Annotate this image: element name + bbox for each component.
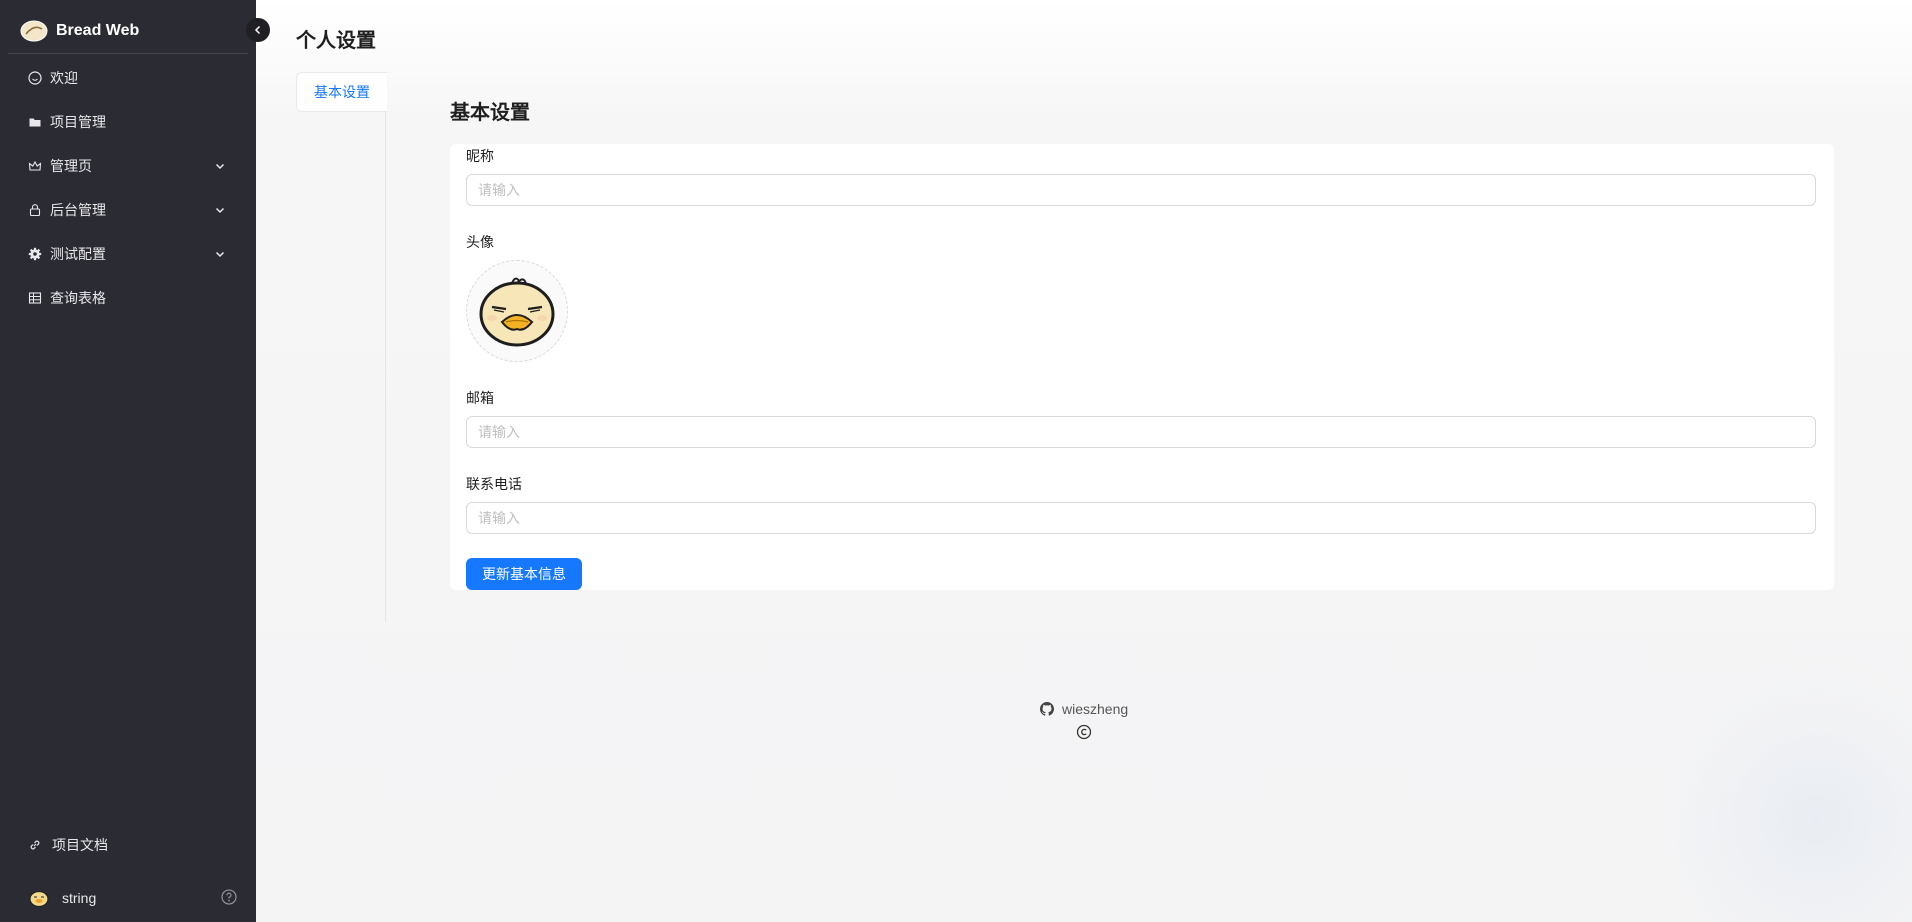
main-content: 个人设置 基本设置 基本设置 昵称 头像 邮箱 联系电话 bbox=[256, 0, 1912, 922]
tab-basic-settings[interactable]: 基本设置 bbox=[296, 72, 387, 112]
phone-input[interactable] bbox=[466, 502, 1816, 534]
sidebar-item-project-management[interactable]: 项目管理 bbox=[8, 102, 248, 142]
page-title: 个人设置 bbox=[296, 30, 376, 52]
smile-icon bbox=[28, 71, 42, 85]
email-label: 邮箱 bbox=[466, 390, 494, 406]
sidebar-menu: 欢迎 项目管理 管理页 后台管理 测试配置 查询表格 bbox=[8, 58, 248, 322]
sidebar-item-label: 后台管理 bbox=[50, 202, 106, 218]
lock-icon bbox=[28, 203, 42, 217]
sidebar-item-admin-page[interactable]: 管理页 bbox=[8, 146, 248, 186]
project-docs-label: 项目文档 bbox=[52, 837, 108, 853]
phone-label: 联系电话 bbox=[466, 476, 522, 492]
basic-settings-form: 昵称 头像 邮箱 联系电话 更新基本信息 bbox=[450, 144, 1834, 590]
collapse-sidebar-button[interactable] bbox=[246, 18, 270, 42]
duck-avatar-image bbox=[479, 277, 555, 347]
project-docs-link[interactable]: 项目文档 bbox=[8, 825, 248, 865]
sidebar-item-label: 管理页 bbox=[50, 158, 92, 174]
chevron-left-icon bbox=[254, 25, 261, 35]
avatar bbox=[28, 887, 50, 909]
sidebar-item-welcome[interactable]: 欢迎 bbox=[8, 58, 248, 98]
sidebar-item-test-config[interactable]: 测试配置 bbox=[8, 234, 248, 274]
avatar-label: 头像 bbox=[466, 234, 494, 250]
email-input[interactable] bbox=[466, 416, 1816, 448]
sidebar-item-backend-management[interactable]: 后台管理 bbox=[8, 190, 248, 230]
nickname-label: 昵称 bbox=[466, 148, 494, 164]
app-title: Bread Web bbox=[56, 21, 140, 39]
gear-icon bbox=[28, 247, 42, 261]
settings-tabs: 基本设置 bbox=[296, 72, 387, 622]
brand[interactable]: Bread Web bbox=[8, 8, 248, 54]
chevron-down-icon bbox=[215, 207, 225, 214]
sidebar-item-label: 测试配置 bbox=[50, 246, 106, 262]
question-circle-icon[interactable] bbox=[220, 888, 238, 906]
link-icon bbox=[28, 838, 42, 852]
crown-icon bbox=[28, 159, 42, 173]
user-menu[interactable]: string bbox=[8, 878, 248, 918]
sidebar: Bread Web 欢迎 项目管理 管理页 后台管理 测试配置 查询表格 项目文… bbox=[0, 0, 270, 922]
folder-icon bbox=[28, 115, 42, 129]
table-icon bbox=[28, 291, 42, 305]
sidebar-item-label: 项目管理 bbox=[50, 114, 106, 130]
footer-github-link[interactable]: wieszheng bbox=[1040, 701, 1128, 717]
bread-logo-icon bbox=[20, 20, 48, 41]
chevron-down-icon bbox=[215, 251, 225, 258]
chevron-down-icon bbox=[215, 163, 225, 170]
user-name: string bbox=[62, 890, 97, 906]
footer-link-text: wieszheng bbox=[1062, 701, 1129, 717]
section-title: 基本设置 bbox=[450, 102, 530, 124]
avatar-upload[interactable] bbox=[466, 260, 568, 362]
sidebar-item-label: 欢迎 bbox=[50, 70, 78, 86]
sidebar-item-query-table[interactable]: 查询表格 bbox=[8, 278, 248, 318]
sidebar-item-label: 查询表格 bbox=[50, 290, 106, 306]
github-icon bbox=[1040, 702, 1054, 716]
copyright-icon bbox=[1076, 724, 1092, 740]
update-basic-info-button[interactable]: 更新基本信息 bbox=[466, 558, 582, 590]
nickname-input[interactable] bbox=[466, 174, 1816, 206]
